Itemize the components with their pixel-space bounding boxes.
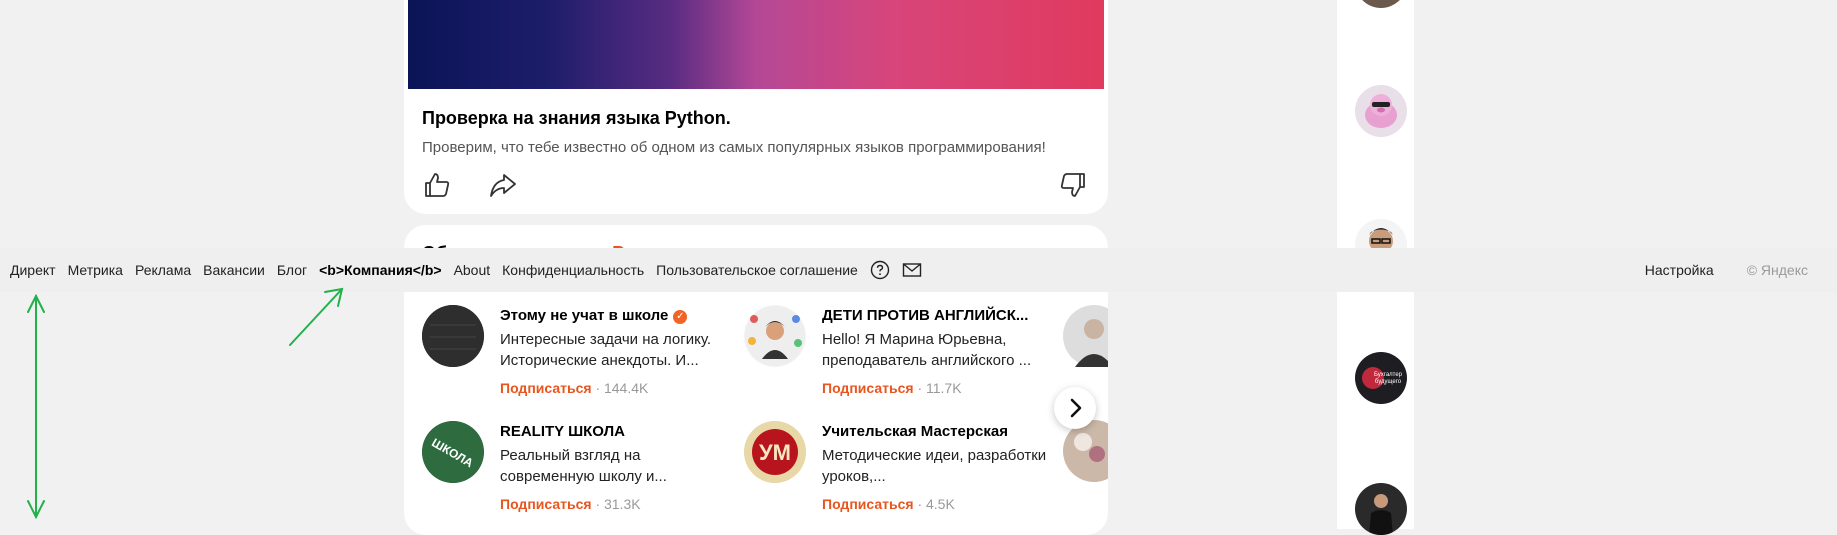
footer-link-company[interactable]: <b>Компания</b> [319,262,441,278]
verified-icon: ✓ [673,310,688,324]
footer-link-privacy[interactable]: Конфиденциальность [502,262,644,278]
footer-link-terms[interactable]: Пользовательское соглашение [656,262,858,278]
subscriber-count: · 31.3K [595,496,641,512]
channel-name[interactable]: Учительская Мастерская [822,423,1008,440]
channel-description: Реальный взгляд на современную школу и..… [500,447,667,485]
channel-meta: Подписаться · 4.5K [822,496,955,512]
sidebar-avatar-1[interactable] [1355,0,1407,8]
post-card[interactable]: Проверка на знания языка Python. Провери… [404,0,1108,214]
subscriber-count: · 11.7K [917,380,962,396]
subscribe-button[interactable]: Подписаться [822,380,914,396]
footer-settings-link[interactable]: Настройка [1645,262,1714,278]
channel-meta: Подписаться · 144.4K [500,380,648,396]
footer-link-metrika[interactable]: Метрика [68,262,123,278]
channel-avatar[interactable]: УМ [744,421,806,483]
channel-avatar-partial[interactable] [1063,305,1108,367]
chalkboard-icon [422,305,484,367]
footer-right: Настройка © Яндекс [1645,248,1808,292]
channel-name-text: Этому не учат в школе [500,307,669,324]
like-icon[interactable] [422,170,452,200]
post-title[interactable]: Проверка на знания языка Python. [422,108,731,129]
sidebar-avatar-accountant[interactable]: Бухгалтер будущего [1355,352,1407,404]
post-cover-image[interactable] [408,0,1104,89]
share-icon[interactable] [488,170,518,200]
footer-link-advertising[interactable]: Реклама [135,262,191,278]
channel-meta: Подписаться · 31.3K [500,496,641,512]
channel-card[interactable]: УМ Учительская Мастерская Методические и… [744,421,1064,521]
channel-card[interactable]: Этому не учат в школе ✓ Интересные задачи… [422,305,742,405]
logo-text-2: будущего [1375,379,1402,385]
footer-link-about[interactable]: About [454,262,491,278]
channel-name[interactable]: ДЕТИ ПРОТИВ АНГЛИЙСК... [822,307,1028,324]
reality-school-logo-icon: ШКОЛА [422,421,484,483]
channel-description: Hello! Я Марина Юрьевна, преподаватель а… [822,331,1032,369]
person-icon [1075,319,1108,367]
channel-name[interactable]: Этому не учат в школе ✓ [500,307,688,324]
logo-text: УМ [759,440,791,465]
person-icon [1369,494,1393,535]
channel-description: Интересные задачи на логику. Исторически… [500,331,712,369]
diagonal-arrow [289,288,343,346]
chevron-right-icon [1070,398,1082,418]
piggy-icon [1365,94,1397,128]
channel-avatar[interactable] [744,305,806,367]
footer-copyright: © Яндекс [1746,262,1808,278]
footer-link-vacancies[interactable]: Вакансии [203,262,265,278]
post-description[interactable]: Проверим, что тебе известно об одном из … [422,139,1046,156]
channel-avatar-partial[interactable] [1063,420,1108,482]
channel-avatar[interactable]: ШКОЛА [422,421,484,483]
channel-card[interactable]: ШКОЛА REALITY ШКОЛА Реальный взгляд на с… [422,421,742,521]
arrow-head-down [27,500,45,520]
carousel-next-button[interactable] [1054,387,1096,429]
kid-letters-icon [745,306,805,366]
um-logo-icon: УМ [744,421,806,483]
channel-description: Методические идеи, разработки уроков,... [822,447,1047,485]
channel-card[interactable]: ДЕТИ ПРОТИВ АНГЛИЙСК... Hello! Я Марина … [744,305,1064,405]
logo-text-1: Бухгалтер [1374,372,1403,378]
channel-name[interactable]: REALITY ШКОЛА [500,423,625,440]
channel-meta: Подписаться · 11.7K [822,380,962,396]
dislike-icon[interactable] [1058,170,1088,200]
sidebar-avatar-piggy[interactable] [1355,85,1407,137]
arrow-head-up [27,293,45,313]
footer-link-direct[interactable]: Директ [10,262,56,278]
subscriber-count: · 144.4K [595,380,649,396]
mail-icon[interactable] [902,260,922,280]
subscribe-button[interactable]: Подписаться [500,380,592,396]
footer-links: Директ Метрика Реклама Вакансии Блог <b>… [10,248,922,292]
flower-icon [1074,433,1105,462]
subscriber-count: · 4.5K [917,496,955,512]
channel-avatar[interactable] [422,305,484,367]
sidebar-avatar-speaker[interactable] [1355,483,1407,535]
footer-bar: Директ Метрика Реклама Вакансии Блог <b>… [0,248,1837,292]
subscribe-button[interactable]: Подписаться [822,496,914,512]
footer-link-blog[interactable]: Блог [277,262,307,278]
subscribe-button[interactable]: Подписаться [500,496,592,512]
channel-logo-icon: Бухгалтер будущего [1362,367,1403,389]
help-icon[interactable] [870,260,890,280]
